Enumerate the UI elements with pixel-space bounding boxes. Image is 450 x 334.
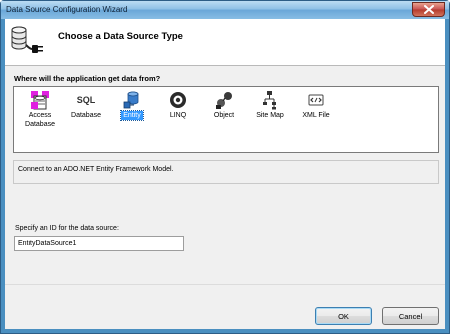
source-item-access-database[interactable]: Access Database [16,90,64,129]
linq-icon [168,90,188,110]
source-item-database[interactable]: SQL Database [62,90,110,120]
source-item-linq[interactable]: LINQ [154,90,202,120]
source-item-object[interactable]: Object [200,90,248,120]
window-title: Data Source Configuration Wizard [6,5,128,14]
page-title: Choose a Data Source Type [58,31,183,42]
wizard-body: Where will the application get data from… [5,66,445,329]
source-label: XML File [302,112,330,119]
source-label: Site Map [256,112,284,119]
close-button[interactable] [412,2,445,17]
xml-file-icon [306,90,326,110]
source-label: LINQ [169,112,187,119]
source-label: Database [71,112,101,119]
access-database-icon [30,90,50,110]
svg-text:SQL: SQL [77,95,96,105]
title-bar[interactable]: Data Source Configuration Wizard [1,1,449,19]
data-source-list[interactable]: Access Database SQL Database Entity LINQ… [13,86,439,153]
data-source-id-input[interactable] [14,236,184,251]
wizard-window: Data Source Configuration Wizard Choose … [0,0,450,334]
source-item-entity[interactable]: Entity [108,90,156,121]
site-map-icon [260,90,280,110]
source-question-label: Where will the application get data from… [14,74,161,83]
data-source-connector-icon [11,25,47,57]
wizard-client-area: Choose a Data Source Type Where will the… [5,19,445,329]
footer-divider [5,284,445,285]
entity-icon [122,90,142,110]
object-icon [214,90,234,110]
source-description: Connect to an ADO.NET Entity Framework M… [18,166,174,173]
close-icon [423,5,434,14]
source-description-box: Connect to an ADO.NET Entity Framework M… [13,160,439,184]
source-item-xml-file[interactable]: XML File [292,90,340,120]
cancel-button[interactable]: Cancel [382,307,439,325]
sql-database-icon: SQL [76,90,96,110]
source-label: Object [213,112,235,119]
source-item-site-map[interactable]: Site Map [246,90,294,120]
source-label: Access Database [25,112,55,128]
ok-button[interactable]: OK [315,307,372,325]
data-source-id-label: Specify an ID for the data source: [15,225,119,232]
source-label: Entity [120,110,144,121]
wizard-header: Choose a Data Source Type [5,19,445,65]
